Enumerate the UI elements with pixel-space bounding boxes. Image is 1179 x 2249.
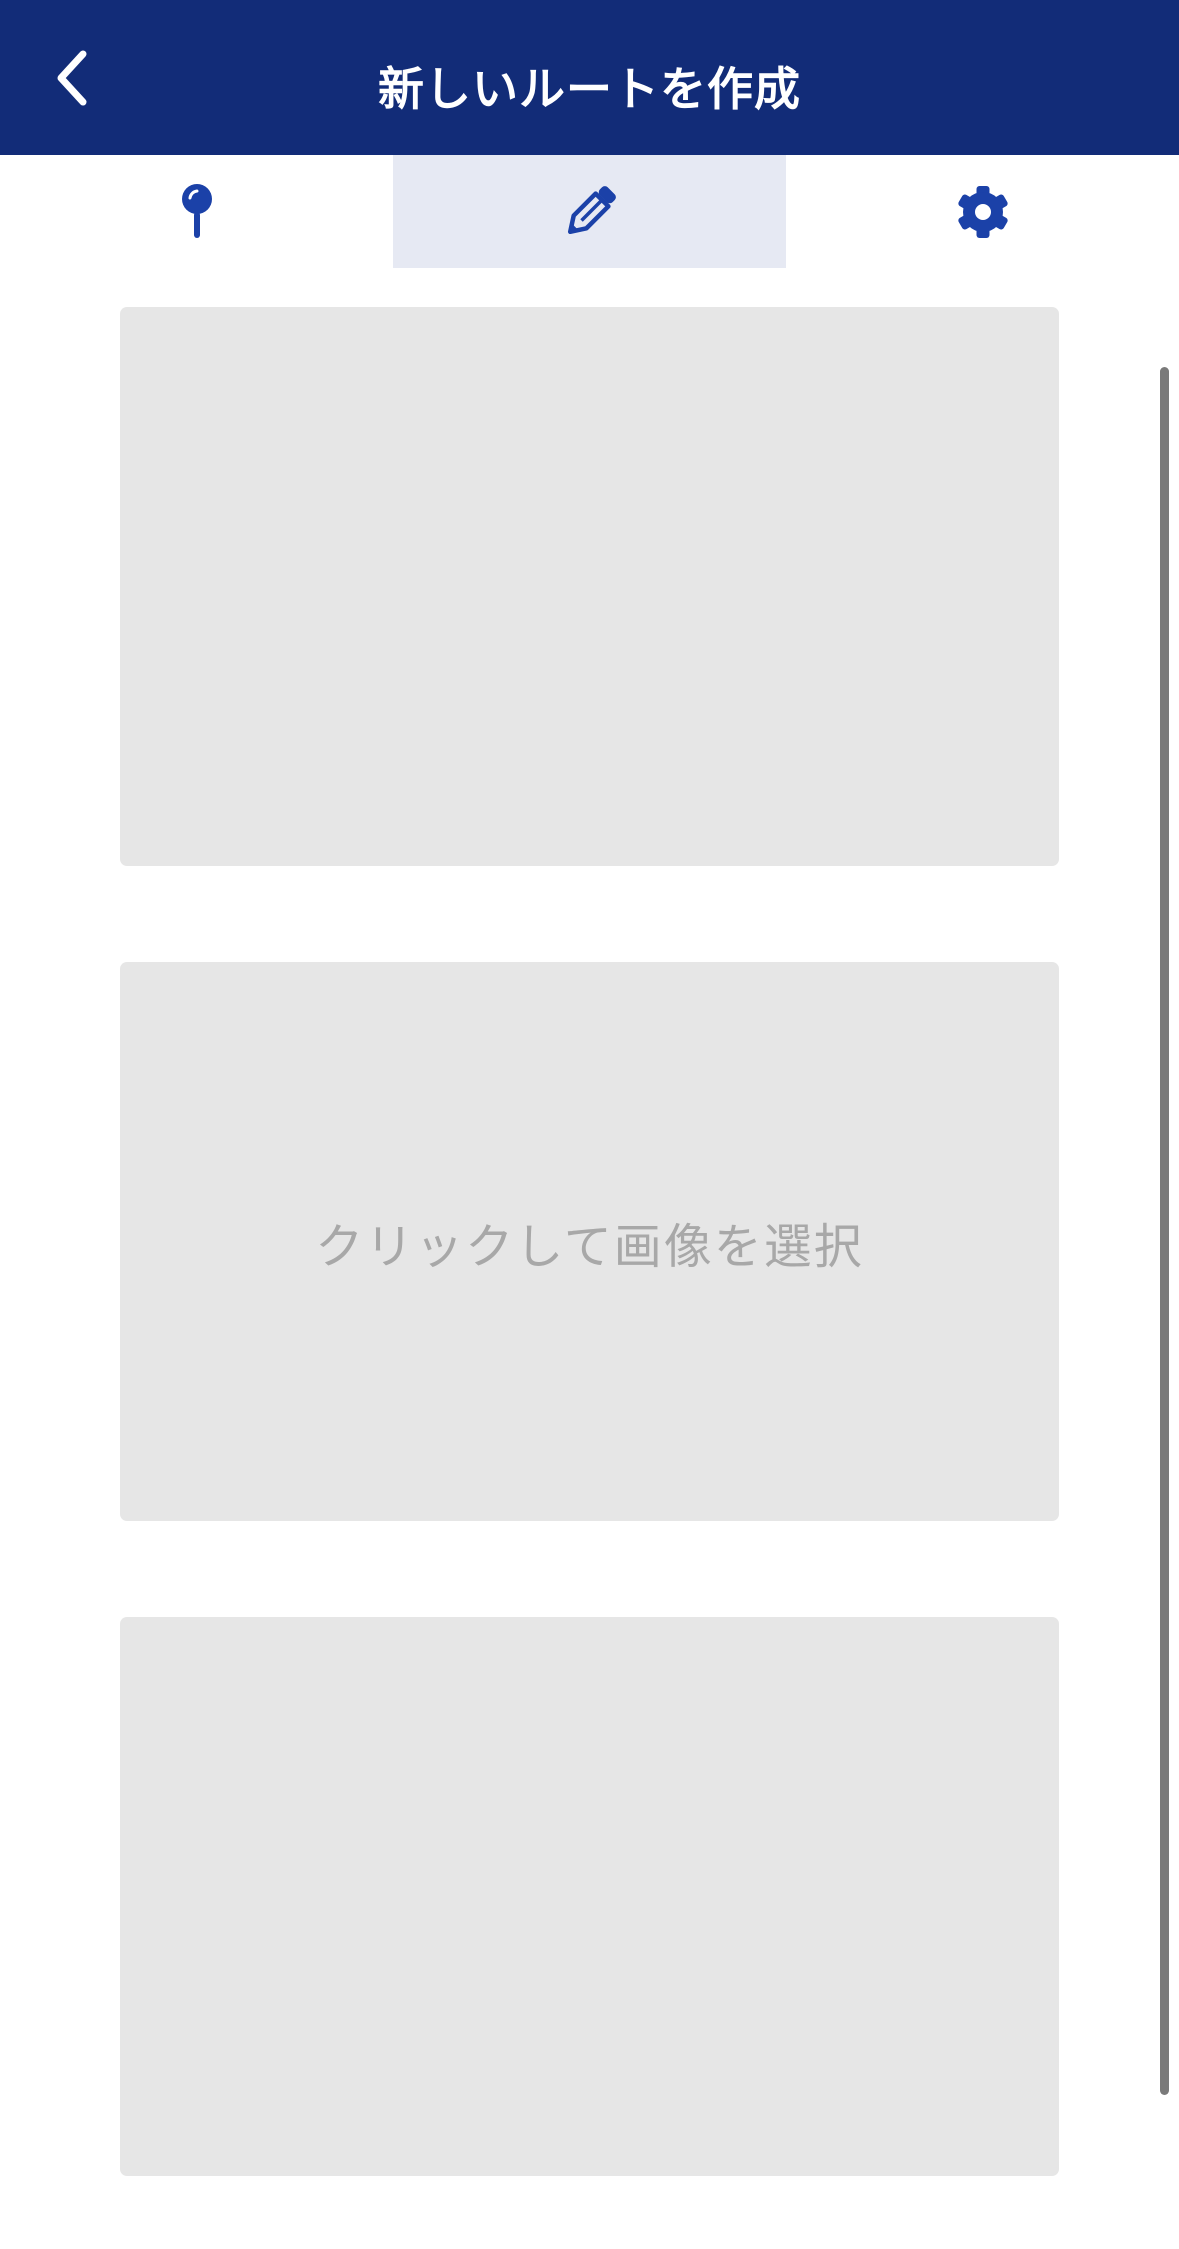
image-slot-1[interactable] <box>120 307 1059 866</box>
image-slot-2[interactable]: クリックして画像を選択 <box>120 962 1059 1521</box>
page-title: 新しいルートを作成 <box>378 62 801 116</box>
scrollbar[interactable] <box>1160 367 1169 2095</box>
chevron-left-icon <box>57 50 87 106</box>
tab-bar <box>0 155 1179 268</box>
tab-edit[interactable] <box>393 155 786 268</box>
map-pin-icon <box>181 183 212 238</box>
tab-settings[interactable] <box>786 155 1179 268</box>
back-button[interactable] <box>40 45 106 111</box>
image-slot-3[interactable] <box>120 1617 1059 2176</box>
gear-icon <box>957 185 1008 238</box>
tab-location[interactable] <box>0 155 393 268</box>
image-select-placeholder: クリックして画像を選択 <box>315 1218 864 1275</box>
app-header: 新しいルートを作成 <box>0 0 1179 155</box>
pencil-icon <box>567 185 616 234</box>
